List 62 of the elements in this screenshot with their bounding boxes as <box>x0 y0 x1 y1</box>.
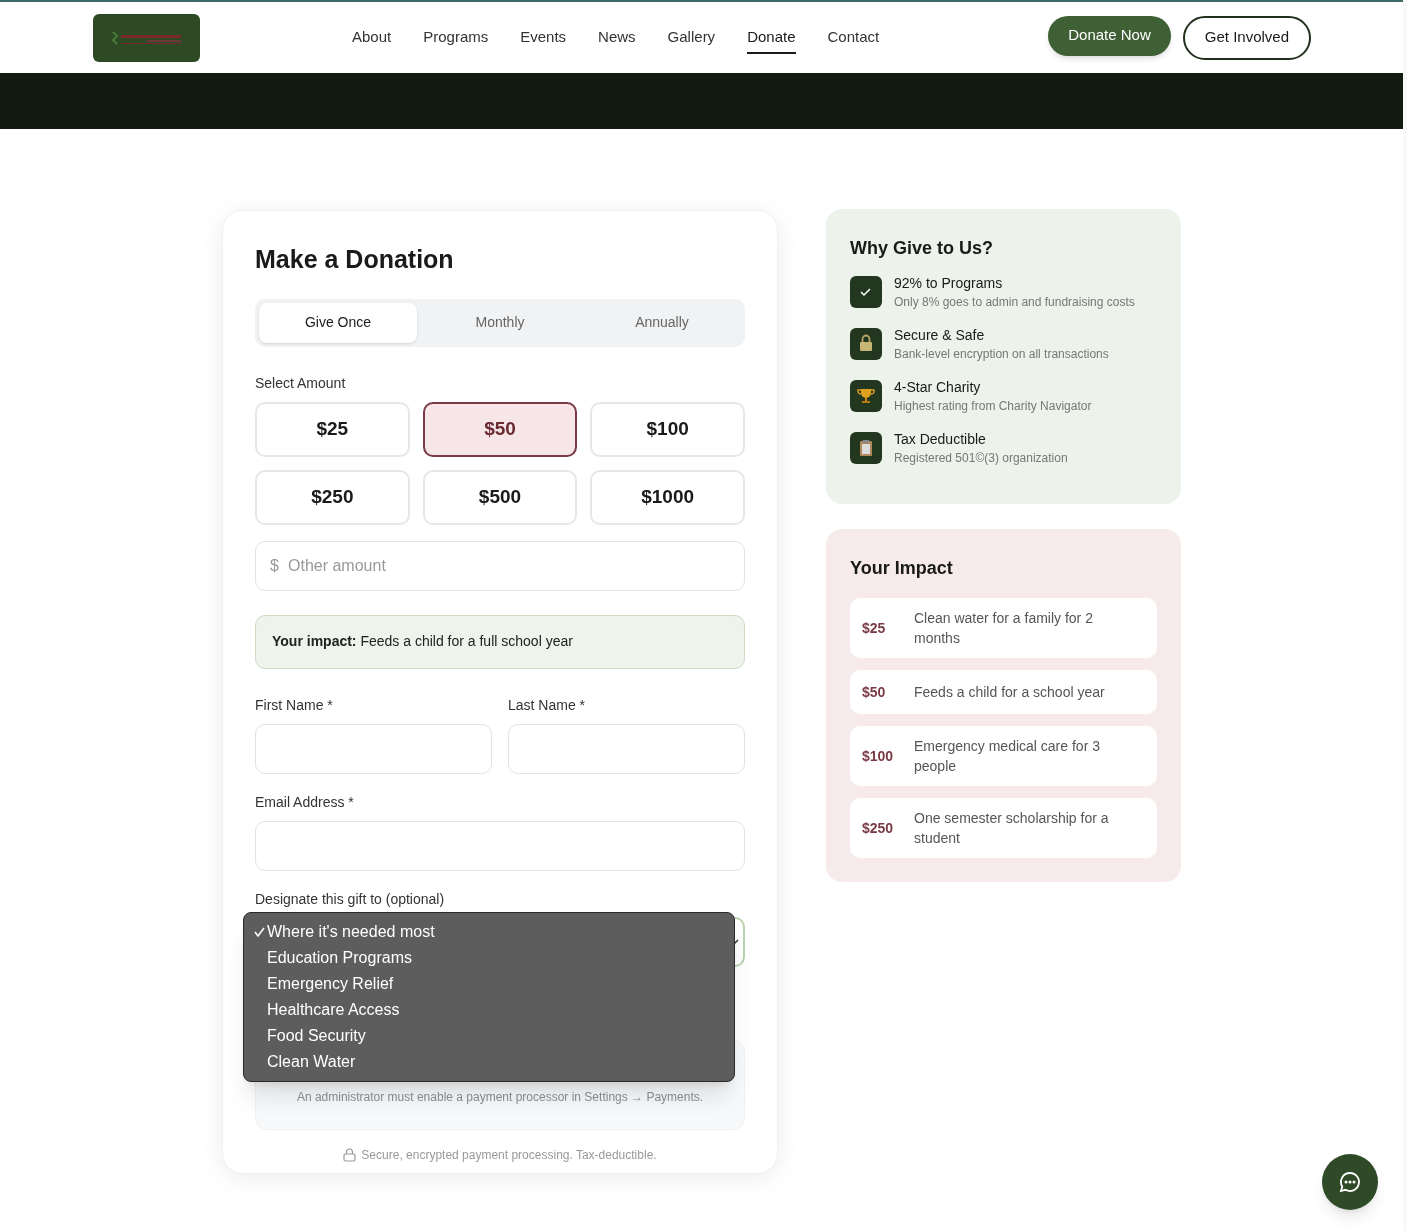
dropdown-option[interactable]: Where it's needed most <box>244 918 734 945</box>
amount-option[interactable]: $250 <box>255 469 410 525</box>
text-field[interactable] <box>508 723 745 774</box>
field-label: Last Name * <box>508 695 587 715</box>
dropdown-option[interactable]: Food Security <box>244 1022 734 1049</box>
card-title: Your Impact <box>850 557 954 580</box>
nav-link[interactable]: Gallery <box>667 26 716 49</box>
nav-link[interactable]: Events <box>520 26 567 49</box>
nav-link[interactable]: About <box>352 26 392 49</box>
field-label: Select Amount <box>255 373 347 393</box>
benefit-title: 4-Star Charity <box>894 378 982 396</box>
nav-link[interactable]: News <box>598 26 636 49</box>
currency-symbol: $ <box>270 555 279 576</box>
trophy-icon <box>850 380 882 412</box>
frequency-tab[interactable]: Annually <box>583 302 741 343</box>
logo-drawing[interactable] <box>93 13 200 62</box>
card-title: Why Give to Us? <box>850 237 994 260</box>
dropdown-option[interactable]: Emergency Relief <box>244 970 734 997</box>
amount-option[interactable]: $1000 <box>590 469 745 525</box>
amount-option[interactable]: $50 <box>422 401 578 457</box>
impact-text: Feeds a child for a school year <box>914 683 1106 702</box>
impact-text: Emergency medical care for 3 people <box>914 737 1101 776</box>
lock-icon <box>343 1147 357 1162</box>
dropdown-option[interactable]: Healthcare Access <box>244 996 734 1023</box>
impact-text: Clean water for a family for 2 months <box>914 609 1094 648</box>
field-label: Email Address * <box>255 792 355 812</box>
benefit-title: Tax Deductible <box>894 430 987 448</box>
benefit-title: 92% to Programs <box>894 274 1004 292</box>
nav-link[interactable]: Donate <box>747 26 796 54</box>
get-involved-button[interactable]: Get Involved <box>1182 15 1311 60</box>
security-note: Secure, encrypted payment processing. Tax-deductible. <box>361 1146 657 1164</box>
frequency-tab[interactable]: Give Once <box>259 302 417 343</box>
nav-link[interactable]: Programs <box>423 26 489 49</box>
field-label: Designate this gift to (optional) <box>255 889 446 909</box>
impact-amount: $250 <box>862 818 895 838</box>
check-icon <box>850 276 882 308</box>
field-label: First Name * <box>255 695 334 715</box>
amount-option[interactable]: $500 <box>422 469 578 525</box>
amount-option[interactable]: $25 <box>255 401 410 457</box>
amount-option[interactable]: $100 <box>590 401 745 457</box>
text-field[interactable] <box>255 723 492 774</box>
benefit-text: Registered 501©(3) organization <box>894 450 1068 467</box>
donate-now-button[interactable]: Donate Now <box>1048 15 1171 56</box>
padlock-icon <box>850 328 882 360</box>
dropdown-option[interactable]: Education Programs <box>244 944 734 971</box>
benefit-text: Bank-level encryption on all transactions <box>894 346 1109 363</box>
impact-text: One semester scholarship for a student <box>914 809 1110 848</box>
dropdown-option[interactable]: Clean Water <box>244 1048 734 1075</box>
impact-amount: $25 <box>862 618 887 638</box>
clipboard-icon <box>850 432 882 464</box>
benefit-text: Only 8% goes to admin and fundraising costs <box>894 294 1135 311</box>
impact-amount: $50 <box>862 682 887 702</box>
notice-text: An administrator must enable a payment processor in Settings → Payments. <box>296 1088 704 1106</box>
benefit-title: Secure & Safe <box>894 326 986 344</box>
text-field[interactable] <box>255 820 745 871</box>
form-title: Make a Donation <box>255 244 455 275</box>
impact-note: Your impact: Feeds a child for a full school year <box>272 632 573 651</box>
impact-amount: $100 <box>862 746 895 766</box>
chat-icon <box>1338 1170 1362 1194</box>
frequency-tab[interactable]: Monthly <box>421 302 579 343</box>
benefit-text: Highest rating from Charity Navigator <box>894 398 1092 415</box>
nav-link[interactable]: Contact <box>827 26 880 49</box>
